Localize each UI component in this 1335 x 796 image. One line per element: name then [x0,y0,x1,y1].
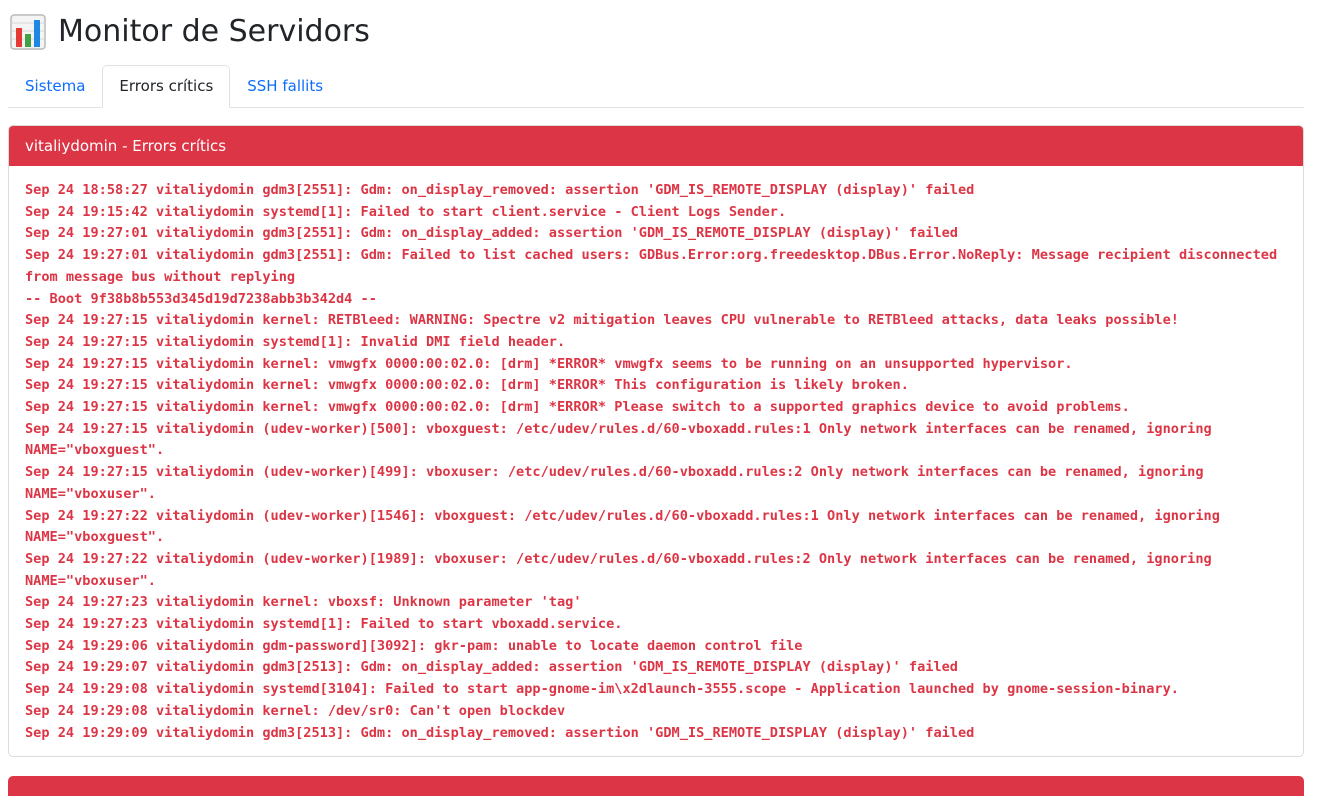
log-line: Sep 24 19:27:01 vitaliydomin gdm3[2551]:… [25,247,1286,285]
tab-sistema[interactable]: Sistema [8,65,102,108]
log-line: Sep 24 19:29:08 vitaliydomin systemd[310… [25,681,1179,698]
log-line: Sep 24 19:27:15 vitaliydomin kernel: vmw… [25,399,1130,416]
log-line: -- Boot 9f38b8b553d345d19d7238abb3b342d4… [25,290,377,307]
log-line: Sep 24 19:27:22 vitaliydomin (udev-worke… [25,550,1220,589]
card-body: Sep 24 18:58:27 vitaliydomin gdm3[2551]:… [9,166,1303,756]
log-line: Sep 24 19:27:01 vitaliydomin gdm3[2551]:… [25,225,958,242]
log-line: Sep 24 19:27:23 vitaliydomin systemd[1]:… [25,616,623,633]
log-line: Sep 24 19:27:15 vitaliydomin systemd[1]:… [25,333,566,350]
log-line: Sep 24 19:27:15 vitaliydomin kernel: vmw… [25,355,1073,372]
tab-errors-critics[interactable]: Errors crítics [102,65,231,108]
card-header: vitaliydomin - Errors crítics [9,126,1303,166]
bar-chart-icon [10,14,46,50]
log-line: Sep 24 18:58:27 vitaliydomin gdm3[2551]:… [25,182,975,198]
next-card-header [8,776,1304,796]
log-line: Sep 24 19:27:15 vitaliydomin kernel: vmw… [25,377,909,394]
page-title: Monitor de Servidors [8,0,1304,62]
log-line: Sep 24 19:27:22 vitaliydomin (udev-worke… [25,507,1229,546]
tab-bar: Sistema Errors crítics SSH fallits [8,62,1304,108]
log-line: Sep 24 19:29:06 vitaliydomin gdm-passwor… [25,637,803,654]
error-log: Sep 24 18:58:27 vitaliydomin gdm3[2551]:… [25,180,1287,744]
log-line: Sep 24 19:27:15 vitaliydomin (udev-worke… [25,464,1212,502]
page: Monitor de Servidors Sistema Errors crít… [0,0,1304,758]
log-line: Sep 24 19:29:09 vitaliydomin gdm3[2513]:… [25,724,975,741]
log-line: Sep 24 19:27:15 vitaliydomin (udev-worke… [25,420,1220,459]
tab-ssh-fallits[interactable]: SSH fallits [230,65,340,108]
log-line: Sep 24 19:27:15 vitaliydomin kernel: RET… [25,312,1179,329]
errors-card: vitaliydomin - Errors crítics Sep 24 18:… [8,125,1304,758]
log-line: Sep 24 19:15:42 vitaliydomin systemd[1]:… [25,203,787,220]
log-line: Sep 24 19:29:07 vitaliydomin gdm3[2513]:… [25,659,958,676]
page-title-text: Monitor de Servidors [58,13,370,49]
log-line: Sep 24 19:29:08 vitaliydomin kernel: /de… [25,702,566,719]
log-line: Sep 24 19:27:23 vitaliydomin kernel: vbo… [25,594,582,611]
